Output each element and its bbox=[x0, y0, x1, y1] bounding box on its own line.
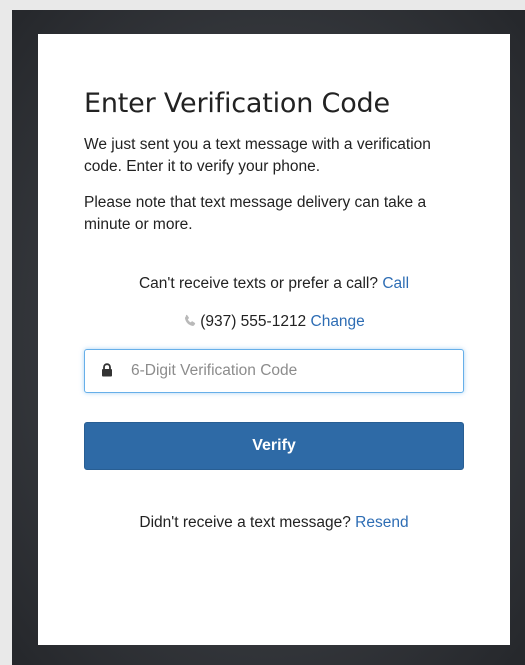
call-link[interactable]: Call bbox=[382, 275, 409, 292]
sent-message-text: We just sent you a text message with a v… bbox=[84, 136, 431, 175]
call-option-line: Can't receive texts or prefer a call? Ca… bbox=[84, 273, 464, 295]
verification-card: Enter Verification Code We just sent you… bbox=[38, 34, 510, 645]
lock-icon bbox=[102, 363, 112, 377]
phone-icon bbox=[185, 314, 196, 326]
page-title: Enter Verification Code bbox=[84, 88, 390, 119]
verification-code-input[interactable] bbox=[131, 350, 457, 391]
call-prompt-text: Can't receive texts or prefer a call? bbox=[138, 275, 378, 292]
verify-button[interactable]: Verify bbox=[84, 422, 464, 470]
phone-number-line: (937) 555-1212 Change bbox=[84, 311, 464, 333]
resend-link[interactable]: Resend bbox=[355, 514, 408, 531]
delivery-note-text: Please note that text message delivery c… bbox=[84, 194, 427, 233]
resend-line: Didn't receive a text message? Resend bbox=[84, 512, 464, 534]
resend-prompt-text: Didn't receive a text message? bbox=[139, 514, 351, 531]
phone-number-text: (937) 555-1212 bbox=[200, 313, 307, 330]
verification-code-field[interactable] bbox=[84, 349, 464, 393]
change-phone-link[interactable]: Change bbox=[311, 313, 365, 330]
